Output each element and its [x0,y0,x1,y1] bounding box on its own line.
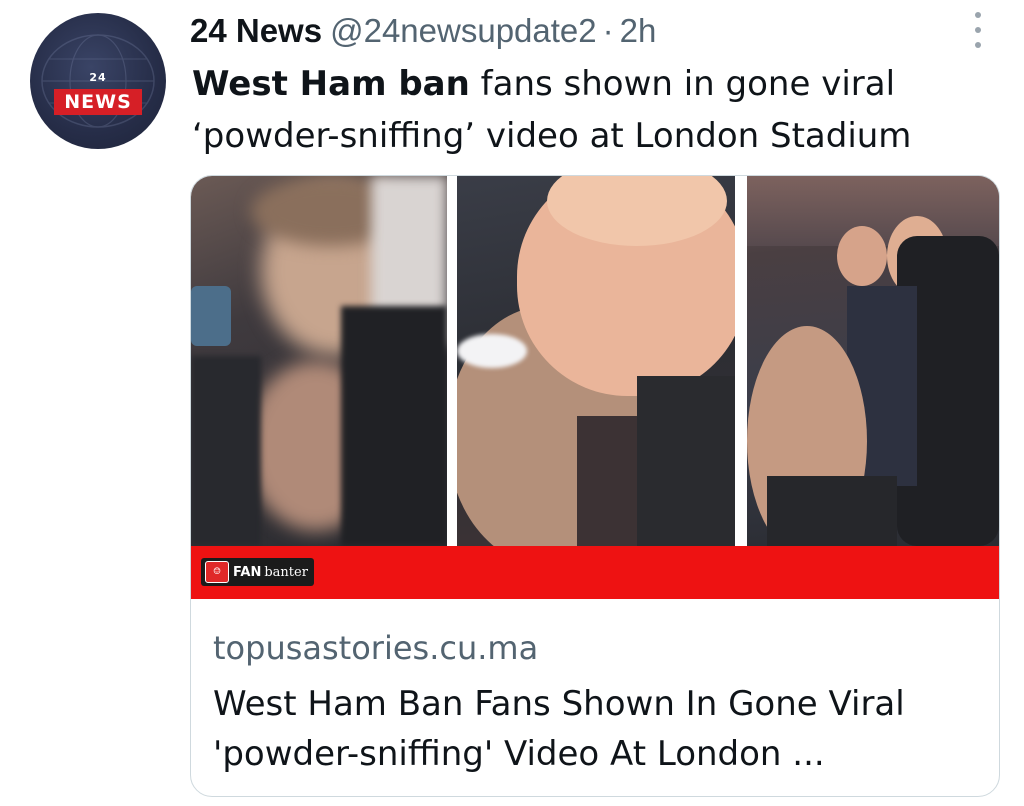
image-panel-2 [457,176,735,546]
card-image[interactable]: ☺ FAN banter [191,176,999,599]
image-panel-1 [191,176,447,546]
link-card[interactable]: ☺ FAN banter topusastories.cu.ma West Ha… [190,175,1000,797]
image-panel-3 [747,176,999,546]
display-name[interactable]: 24 News [190,12,322,50]
more-vertical-icon-dot [975,27,981,33]
more-vertical-icon-dot [975,42,981,48]
avatar[interactable]: 24 NEWS [30,13,166,149]
avatar-news-label: NEWS [54,89,142,115]
avatar-number: 24 [89,71,107,84]
card-title: West Ham Ban Fans Shown In Gone Viral 'p… [213,684,905,774]
tweet-header: 24 News @24newsupdate2 · 2h [190,8,656,54]
timestamp[interactable]: 2h [620,12,657,50]
card-domain: topusastories.cu.ma [213,629,539,667]
user-handle[interactable]: @24newsupdate2 [330,12,597,50]
fan-banter-logo-icon: ☺ [205,561,229,583]
tweet-text: West Ham ban fans shown in gone viral ‘p… [192,58,992,162]
more-vertical-icon-dot [975,12,981,18]
more-options-button[interactable] [968,12,988,48]
fan-banter-badge: ☺ FAN banter [201,558,314,586]
tweet-text-bold: West Ham ban [192,64,470,104]
separator-dot: · [602,12,614,49]
image-caption-bar: ☺ FAN banter [191,546,999,599]
badge-fan-label: FAN [233,564,262,580]
badge-banter-label: banter [264,564,308,580]
card-info[interactable]: topusastories.cu.ma West Ham Ban Fans Sh… [191,599,999,796]
